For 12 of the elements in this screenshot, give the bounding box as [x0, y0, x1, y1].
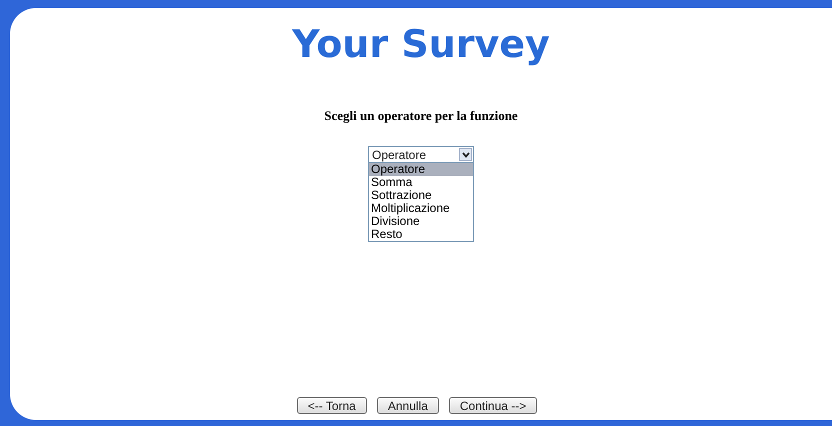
dropdown-option[interactable]: Somma — [369, 176, 473, 189]
page-title: Your Survey — [292, 22, 550, 66]
dropdown-option[interactable]: Resto — [369, 228, 473, 241]
dropdown-option[interactable]: Divisione — [369, 215, 473, 228]
dropdown-option[interactable]: Operatore — [369, 163, 473, 176]
dropdown-option[interactable]: Moltiplicazione — [369, 202, 473, 215]
nav-button[interactable]: Annulla — [376, 397, 439, 414]
dropdown-option[interactable]: Sottrazione — [369, 189, 473, 202]
nav-button[interactable]: <-- Torna — [296, 397, 367, 414]
question-text: Scegli un operatore per la funzione — [324, 108, 518, 124]
operator-dropdown[interactable]: Operatore — [368, 146, 474, 163]
nav-button[interactable]: Continua --> — [448, 397, 538, 414]
